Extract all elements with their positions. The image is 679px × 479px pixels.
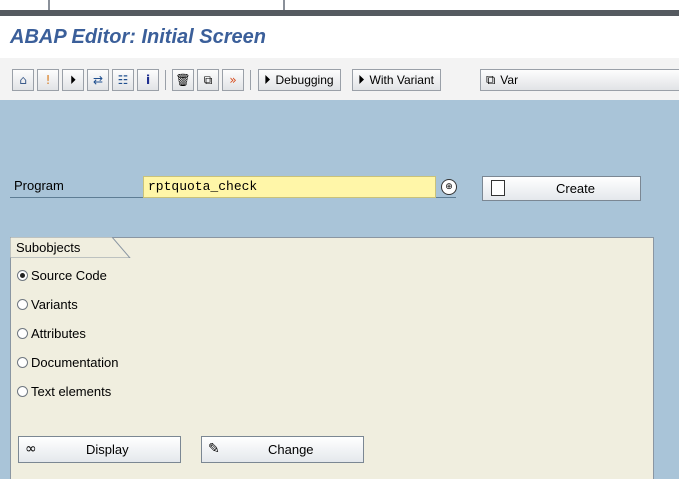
with-variant-button[interactable]: ⏵ With Variant [352,69,441,91]
copy-icon[interactable]: ⧉ [197,69,219,91]
object-list-icon[interactable]: ☷ [112,69,134,91]
active-inactive-icon[interactable]: ! [37,69,59,91]
radio-text-elements[interactable]: Text elements [17,384,111,399]
value-help-icon[interactable]: ⊕ [441,179,457,195]
radio-icon[interactable] [17,328,28,339]
radio-variants[interactable]: Variants [17,297,78,312]
where-used-icon[interactable]: ⇄ [87,69,109,91]
page-title: ABAP Editor: Initial Screen [10,26,266,48]
window-top-strip [0,0,679,22]
execute-variant-icon: ⏵ [358,72,365,88]
create-label: Create [555,181,596,196]
rename-icon[interactable]: » [222,69,244,91]
debugging-label: Debugging [275,73,334,87]
radio-label: Text elements [31,384,112,399]
delete-icon[interactable]: 🗑 [172,69,194,91]
top-divider-notch [283,0,285,10]
variants-button[interactable]: ⧉ Var [480,69,679,91]
change-label: Change [268,442,314,457]
debugging-button[interactable]: ⏵ Debugging [258,69,341,91]
radio-selected-icon[interactable] [17,270,28,281]
radio-source-code[interactable]: Source Code [17,268,107,283]
other-object-icon[interactable]: ⌂ [12,69,34,91]
radio-icon[interactable] [17,357,28,368]
variants-icon: ⧉ [486,72,496,88]
radio-documentation[interactable]: Documentation [17,355,118,370]
radio-icon[interactable] [17,386,28,397]
variants-label: Var [500,73,519,87]
glasses-icon: ∞ [25,441,37,457]
radio-icon[interactable] [17,299,28,310]
toolbar-separator [250,70,251,90]
program-input[interactable]: rptquota_check [143,176,436,198]
radio-label: Documentation [31,355,119,370]
debug-icon: ⏵ [264,72,271,88]
display-object-icon[interactable]: i [137,69,159,91]
radio-label: Source Code [31,268,107,283]
display-button[interactable]: ∞ Display [18,436,181,463]
execute-icon[interactable]: ⏵ [62,69,84,91]
top-divider-notch [48,0,50,10]
program-label: Program [14,178,64,193]
create-button[interactable]: Create [482,176,641,201]
toolbar-separator [165,70,166,90]
application-toolbar: ⌂ ! ⏵ ⇄ ☷ i 🗑 ⧉ » ⏵ Debugging ⏵ With Var… [0,58,679,100]
with-variant-label: With Variant [369,73,434,87]
radio-label: Variants [31,297,78,312]
radio-attributes[interactable]: Attributes [17,326,86,341]
radio-label: Attributes [31,326,86,341]
change-button[interactable]: ✎ Change [201,436,364,463]
subobjects-group-tab: Subobjects [10,237,132,258]
display-label: Display [86,442,129,457]
subobjects-title: Subobjects [16,240,81,255]
top-divider [0,10,679,16]
pencil-icon: ✎ [208,441,220,457]
